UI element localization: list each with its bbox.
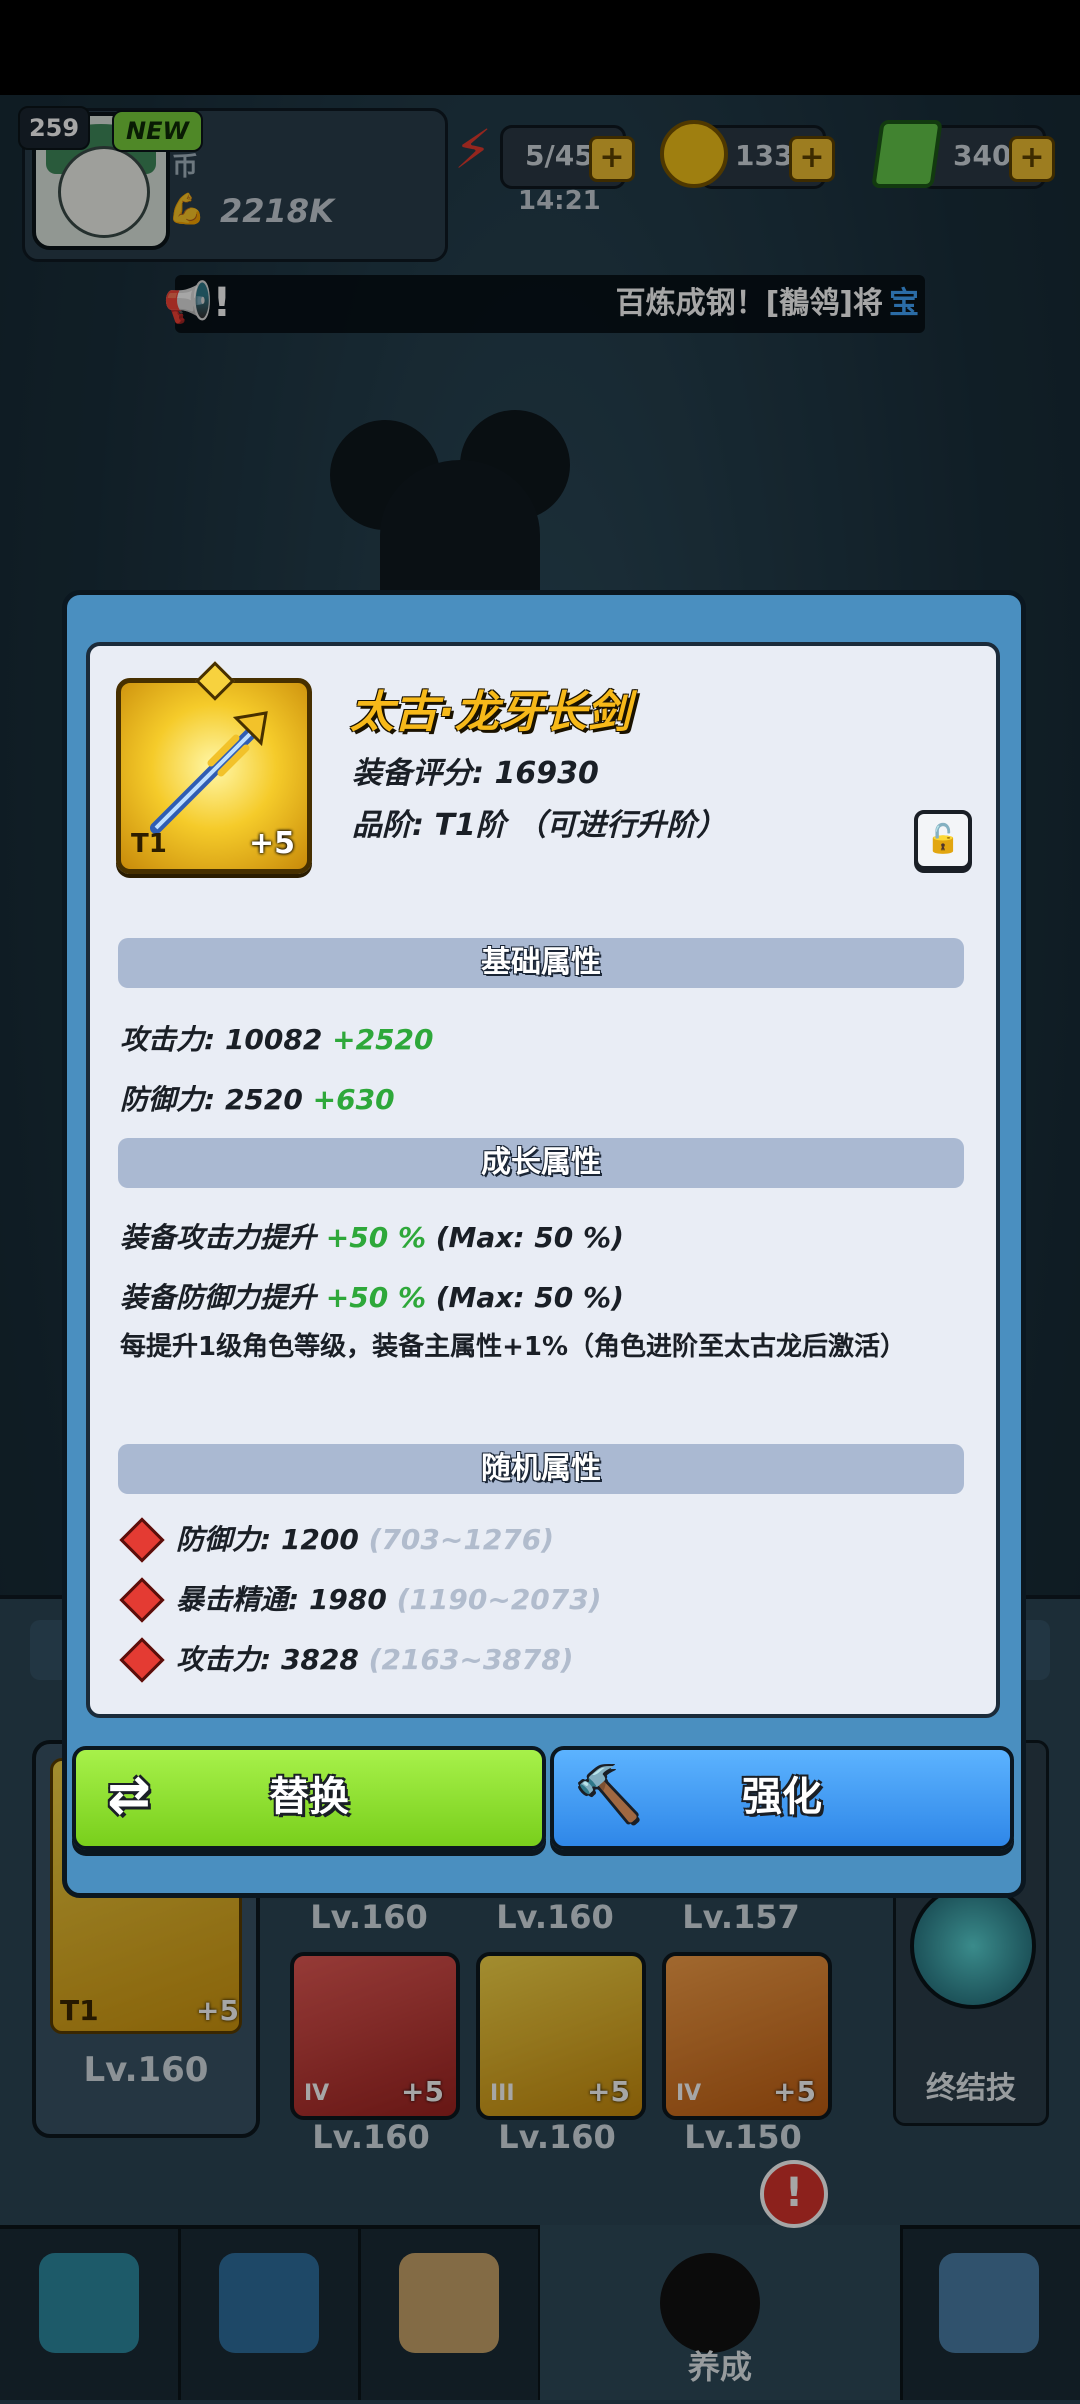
item-enhance-level: +5 bbox=[248, 826, 295, 861]
replace-button[interactable]: ⇄ 替换 bbox=[72, 1746, 546, 1850]
section-base-attributes: 基础属性 bbox=[118, 938, 964, 988]
base-stat-defense: 防御力: 2520 +630 bbox=[120, 1083, 395, 1116]
growth-stat-attack: 装备攻击力提升 +50 % (Max: 50 %) bbox=[120, 1221, 624, 1254]
random-stat-attack: 攻击力: 3828 (2163~3878) bbox=[176, 1643, 574, 1676]
random-stat-defense: 防御力: 1200 (703~1276) bbox=[176, 1523, 555, 1556]
hammer-icon: 🔨 bbox=[576, 1765, 641, 1825]
unlock-icon: 🔓 bbox=[925, 822, 961, 855]
section-random-attributes: 随机属性 bbox=[118, 1444, 964, 1494]
base-stat-attack: 攻击力: 10082 +2520 bbox=[120, 1023, 434, 1056]
item-score: 装备评分: 16930 bbox=[352, 756, 599, 791]
item-name: 太古·龙牙长剑 bbox=[350, 687, 631, 738]
swap-icon: ⇄ bbox=[107, 1765, 151, 1825]
growth-note: 每提升1级角色等级，装备主属性+1%（角色进阶至太古龙后激活） bbox=[120, 1332, 907, 1362]
random-stat-crit-mastery: 暴击精通: 1980 (1190~2073) bbox=[176, 1583, 602, 1616]
item-tier: 品阶: T1阶 （可进行升阶） bbox=[352, 808, 727, 843]
sword-icon bbox=[150, 711, 268, 834]
item-tier-badge: T1 bbox=[131, 829, 167, 859]
section-growth-attributes: 成长属性 bbox=[118, 1138, 964, 1188]
growth-stat-defense: 装备防御力提升 +50 % (Max: 50 %) bbox=[120, 1281, 624, 1314]
item-icon: T1 +5 bbox=[116, 661, 312, 874]
lock-toggle-button[interactable]: 🔓 bbox=[914, 810, 972, 870]
enhance-button[interactable]: 🔨 强化 bbox=[550, 1746, 1014, 1850]
